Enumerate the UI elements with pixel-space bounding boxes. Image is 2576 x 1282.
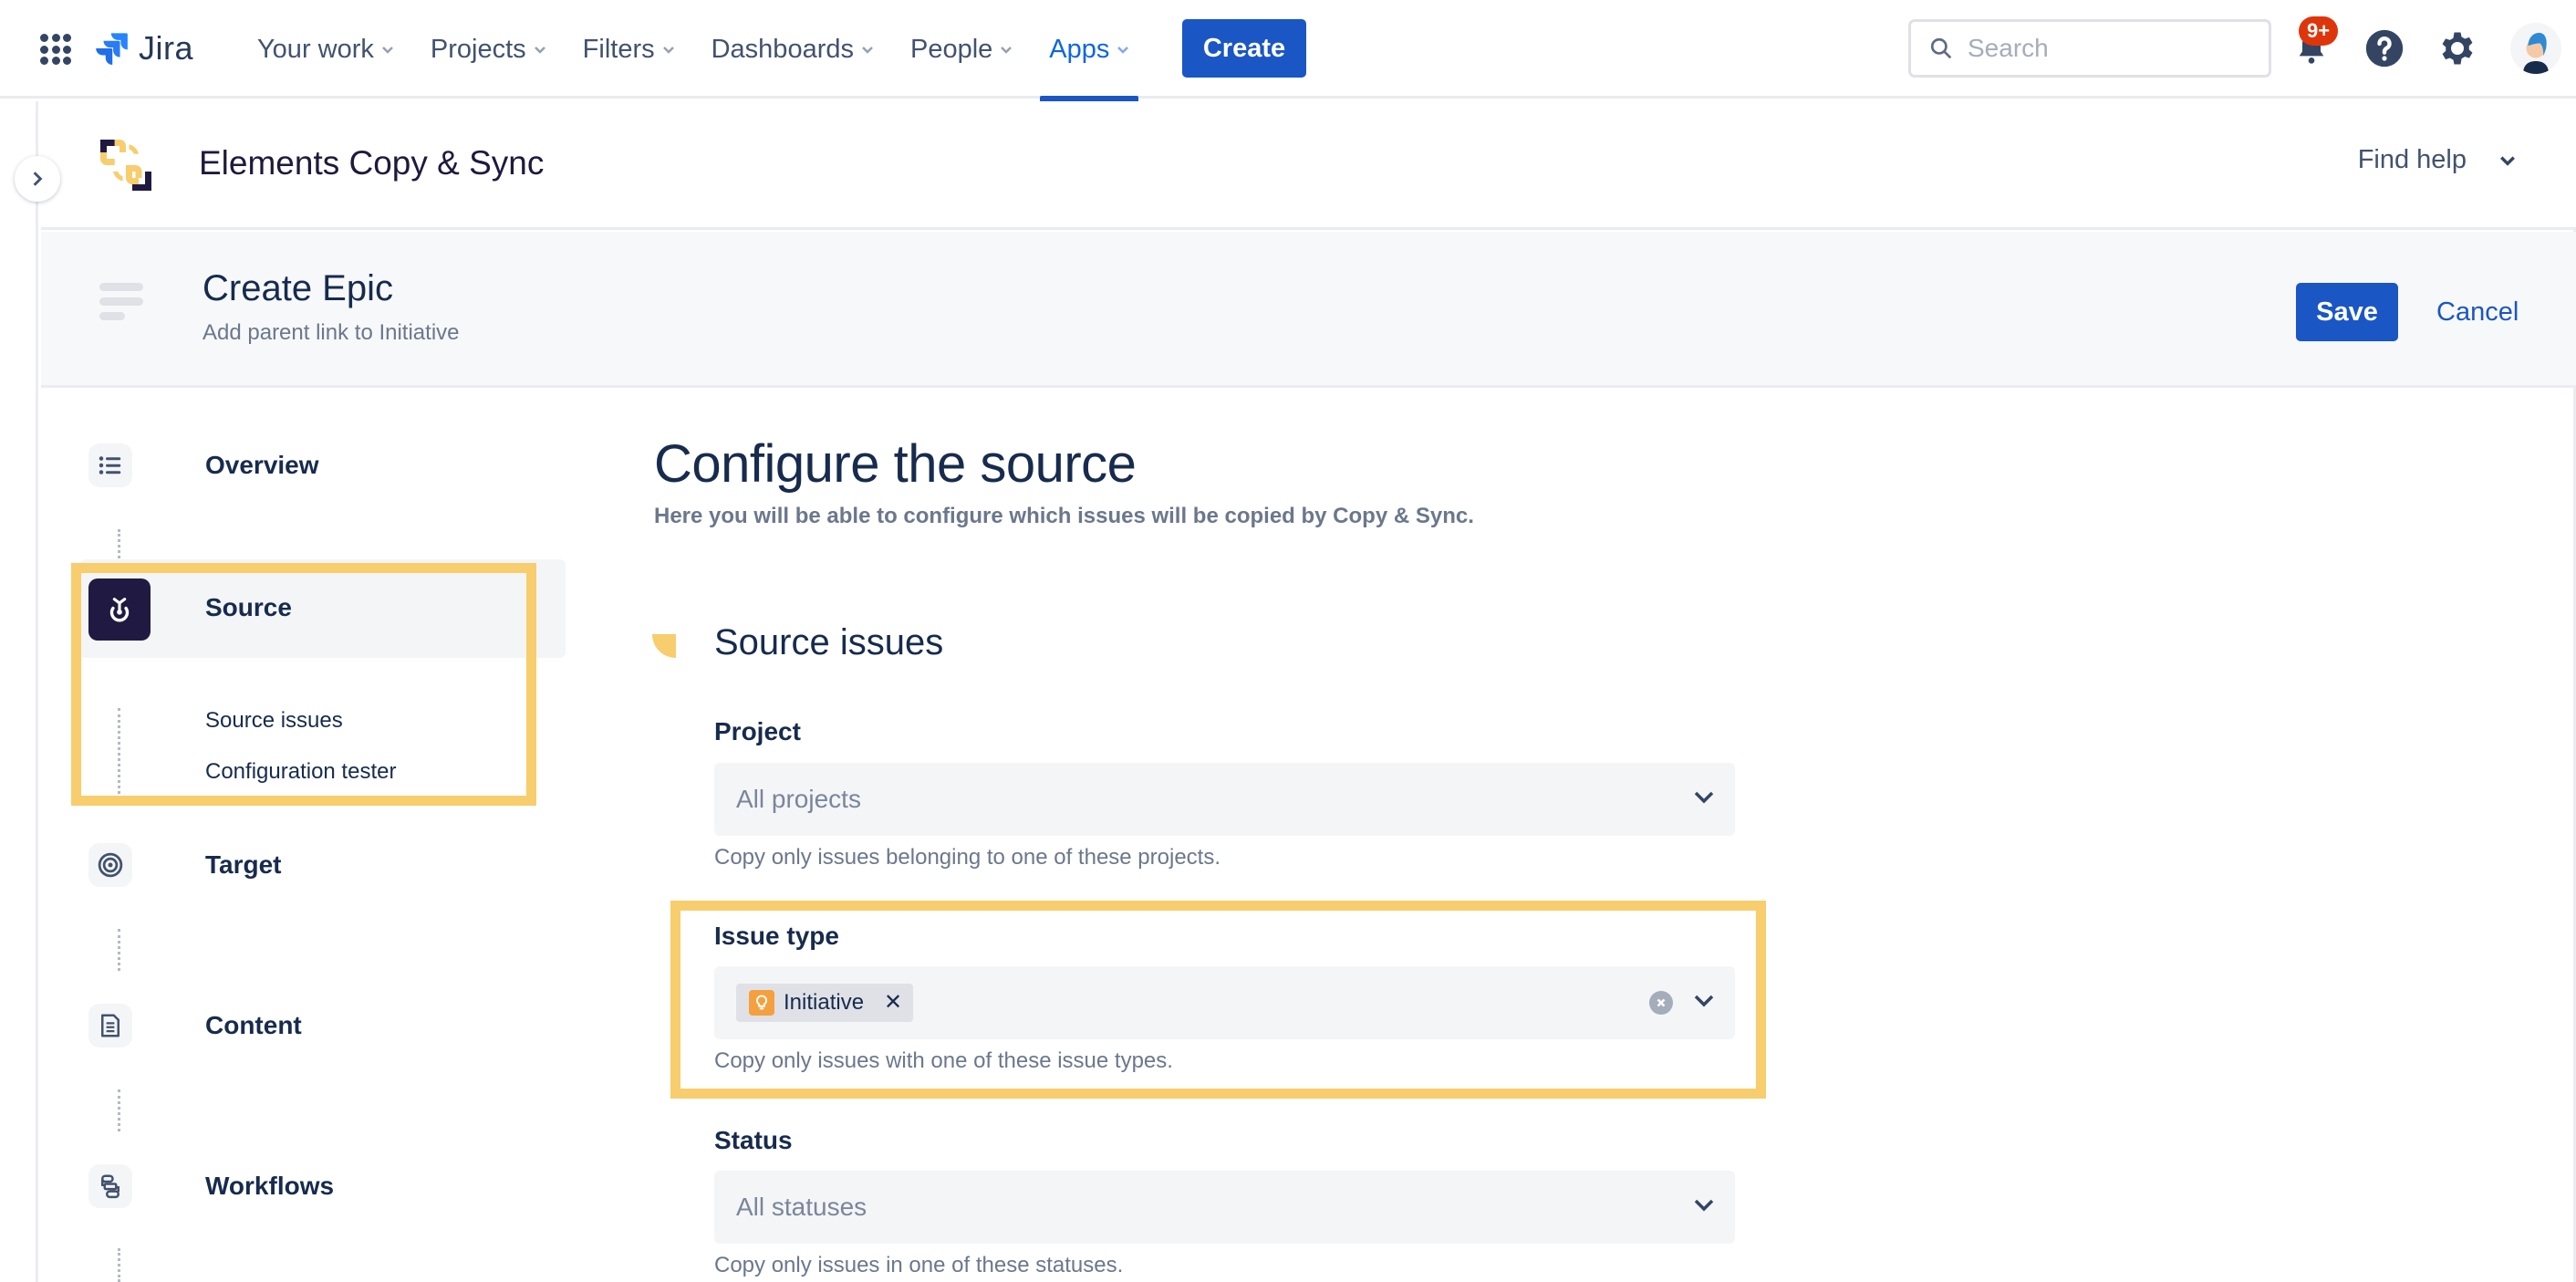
nav-people[interactable]: People [898,0,1025,99]
step-label: Source [205,593,292,621]
chevron-down-icon [382,46,393,54]
status-placeholder: All statuses [736,1193,867,1221]
app-header: Elements Copy & Sync Find help [41,101,2576,230]
step-connector [118,1089,121,1131]
substep-configuration-tester[interactable]: Configuration tester [205,759,396,785]
clear-selection-icon[interactable] [1649,991,1673,1015]
nav-label: Projects [430,34,526,64]
step-workflows[interactable]: Workflows [88,1164,334,1208]
steps-sidebar: Overview Source Source issues Configurat… [41,391,588,1282]
config-header: Create Epic Add parent link to Initiativ… [41,232,2576,388]
nav-dashboards[interactable]: Dashboards [699,0,887,99]
step-source[interactable] [80,559,566,658]
lightbulb-icon [749,990,774,1016]
nav-label: Dashboards [711,34,854,64]
config-description: Add parent link to Initiative [203,320,460,345]
step-label: Target [205,850,282,879]
product-name: Jira [139,29,194,67]
step-overview[interactable]: Overview [88,443,319,487]
step-label: Workflows [205,1172,335,1200]
status-select[interactable]: All statuses [714,1171,1735,1244]
nav-label: Apps [1049,34,1110,64]
step-connector [118,708,121,799]
chevron-right-icon [33,172,43,186]
step-label: Content [205,1011,302,1039]
jira-home-link[interactable]: Jira [95,29,193,68]
chevron-down-icon [1117,46,1129,54]
nav-label: People [909,34,993,64]
chevron-down-icon [1694,791,1714,804]
expand-sidebar-button[interactable] [15,156,60,202]
nav-projects[interactable]: Projects [418,0,559,99]
nav-label: Filters [582,34,655,64]
left-rail [0,101,38,1282]
step-content[interactable]: Content [88,1004,302,1047]
project-placeholder: All projects [736,785,861,813]
save-button[interactable]: Save [2296,283,2398,341]
help-button[interactable] [2361,25,2408,72]
remove-tag-icon[interactable]: ✕ [884,992,902,1014]
step-label: Overview [205,451,319,479]
create-button[interactable]: Create [1182,19,1306,78]
step-connector [118,929,121,971]
chevron-down-icon [862,46,873,54]
page-description: Here you will be able to configure which… [654,504,1474,528]
app-title: Elements Copy & Sync [199,144,545,182]
section-accent-icon [652,634,676,658]
search-box[interactable] [1908,19,2271,78]
chevron-down-icon [662,46,674,54]
document-icon [88,1004,132,1047]
status-helper-text: Copy only issues in one of these statuse… [714,1253,1124,1277]
nav-label: Your work [257,34,374,64]
user-avatar-icon [2510,23,2561,74]
help-icon [2365,29,2404,68]
primary-nav: Your work Projects Filters Dashboards Pe… [244,0,1153,101]
avatar[interactable] [2510,23,2561,74]
chevron-down-icon [1694,995,1714,1007]
section-title: Source issues [714,622,944,662]
settings-button[interactable] [2434,25,2481,72]
issue-type-label: Issue type [714,922,839,950]
copy-sync-logo-icon [100,140,151,191]
project-select[interactable]: All projects [714,763,1735,836]
cancel-button[interactable]: Cancel [2436,283,2519,341]
gear-icon [2442,32,2473,65]
config-title: Create Epic [203,268,393,308]
substep-source-issues[interactable]: Source issues [205,708,343,734]
target-icon [88,843,132,887]
project-helper-text: Copy only issues belonging to one of the… [714,845,1221,870]
chevron-down-icon [1001,46,1013,54]
app-switcher-icon[interactable] [40,34,71,65]
step-target[interactable]: Target [88,843,282,887]
find-help-dropdown[interactable]: Find help [2358,145,2516,175]
top-navigation: Jira Your work Projects Filters Dashboar… [0,0,2576,101]
chevron-down-icon [1694,1199,1714,1212]
nav-filters[interactable]: Filters [570,0,688,99]
chevron-down-icon [2500,155,2515,166]
notification-badge: 9+ [2299,16,2339,46]
search-input[interactable] [1968,34,2241,63]
project-label: Project [714,717,801,745]
search-icon [1930,37,1952,59]
issue-type-select[interactable]: Initiative ✕ [714,966,1735,1039]
issue-type-tag: Initiative ✕ [736,984,914,1022]
workflow-icon [88,1164,132,1208]
description-lines-icon [99,283,143,327]
nav-apps[interactable]: Apps [1036,0,1142,101]
status-label: Status [714,1126,793,1154]
chevron-down-icon [534,46,545,54]
jira-logo-icon [96,33,128,65]
issue-type-tag-label: Initiative [784,990,865,1015]
page-title: Configure the source [654,434,1137,494]
find-help-label: Find help [2357,145,2467,174]
nav-your-work[interactable]: Your work [244,0,407,99]
list-icon [88,443,132,487]
step-connector [118,1248,121,1282]
issue-type-helper-text: Copy only issues with one of these issue… [714,1048,1173,1073]
source-icon [88,578,151,641]
